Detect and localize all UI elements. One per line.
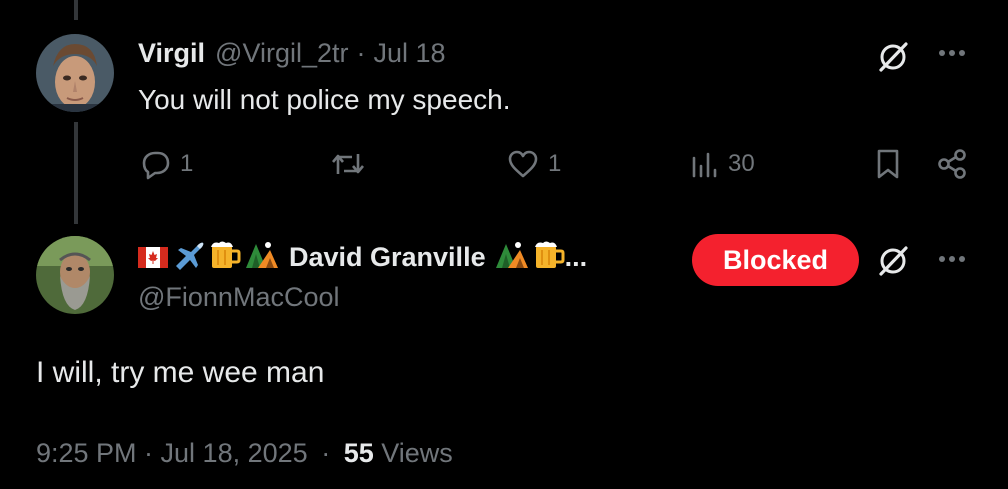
retweet-icon (332, 154, 364, 174)
reply-icon (142, 151, 170, 180)
views-button[interactable]: 30 (690, 148, 755, 180)
like-button[interactable]: 1 (506, 148, 561, 180)
parent-tweet-text: You will not police my speech. (138, 84, 511, 115)
author-handle[interactable]: @FionnMacCool (138, 282, 340, 313)
reply-button[interactable]: 1 (138, 148, 193, 180)
main-tweet-text: I will, try me wee man (36, 356, 325, 389)
virgil-avatar[interactable] (36, 34, 114, 112)
views-count: 30 (728, 150, 755, 177)
author-name[interactable]: Virgil (138, 38, 205, 69)
bookmark-icon (877, 149, 899, 179)
views-count: 55 (343, 438, 374, 468)
share-icon (938, 149, 966, 179)
beer-mug-icon (533, 240, 565, 275)
like-count: 1 (548, 150, 562, 177)
author-handle[interactable]: @Virgil_2tr (215, 38, 348, 69)
thread-line-top (74, 0, 78, 20)
tweet-timestamp[interactable]: 9:25 PM · Jul 18, 2025 (36, 438, 308, 468)
more-icon[interactable] (932, 38, 972, 68)
retweet-button[interactable] (330, 148, 366, 180)
bookmark-button[interactable] (870, 146, 906, 182)
tweet-date[interactable]: Jul 18 (374, 38, 446, 69)
separator-dot: · (321, 438, 331, 468)
name-ellipsis: ... (564, 242, 588, 272)
like-icon (508, 150, 538, 178)
parent-tweet-header: Virgil @Virgil_2tr · Jul 18 (138, 38, 446, 69)
david-granville-avatar[interactable] (36, 236, 114, 314)
more-icon[interactable] (932, 244, 972, 274)
author-name[interactable]: David Granville (289, 242, 486, 273)
views-label: Views (381, 438, 453, 468)
reply-count: 1 (180, 150, 194, 177)
views-icon (692, 152, 717, 178)
grok-icon[interactable] (874, 242, 912, 280)
share-button[interactable] (932, 146, 972, 182)
tweet-meta-line: 9:25 PM · Jul 18, 2025 · 55 Views (36, 438, 453, 469)
main-tweet-header: David Granville ... (138, 240, 587, 275)
camping-icon (244, 240, 280, 275)
beer-mug-icon (209, 240, 241, 275)
blocked-button[interactable]: Blocked (692, 234, 859, 286)
grok-icon[interactable] (874, 38, 912, 76)
airplane-icon (172, 240, 206, 275)
canada-flag-icon (138, 247, 168, 268)
thread-connector-line (74, 122, 78, 224)
camping-icon (494, 240, 530, 275)
separator-dot: · (356, 38, 366, 68)
